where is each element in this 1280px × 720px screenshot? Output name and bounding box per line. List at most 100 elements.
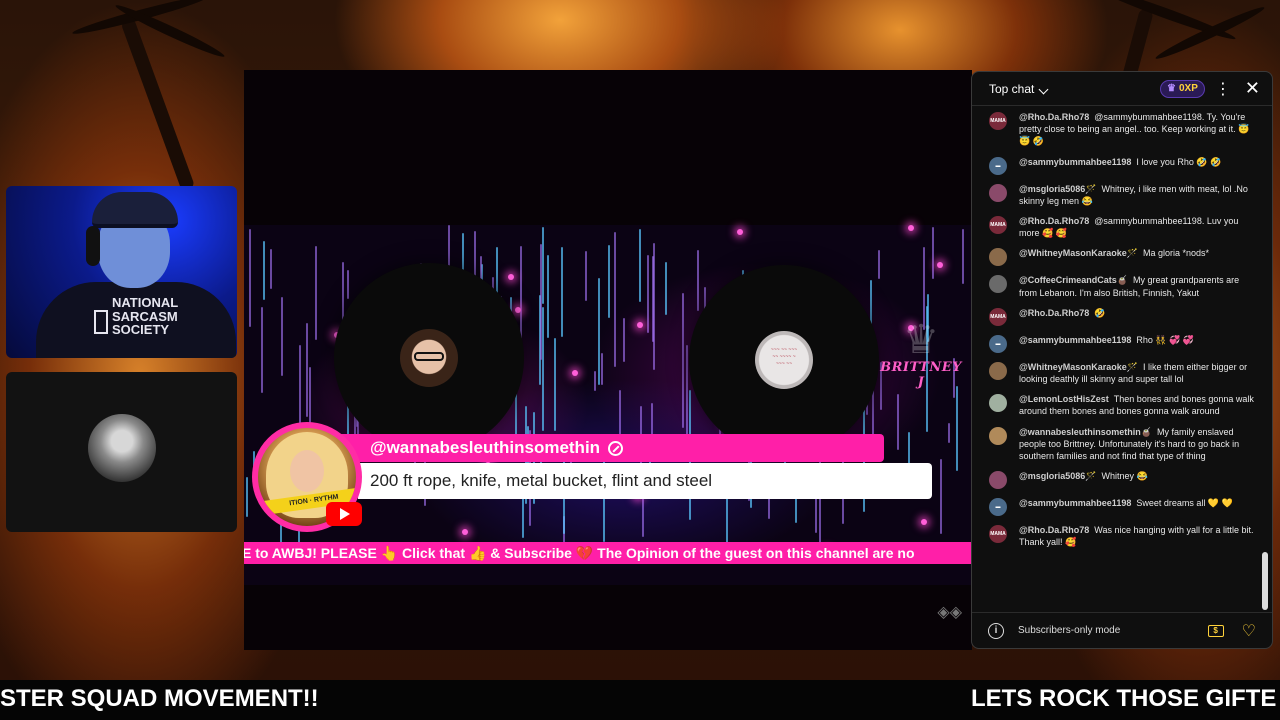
- record-label: ~~~ ~~ ~~~ ~~ ~~~~ ~ ~~~ ~~: [755, 331, 813, 389]
- chat-author[interactable]: @WhitneyMasonKaraoke🪄: [1019, 248, 1138, 258]
- visualizer-streak: [878, 250, 880, 279]
- visualizer-streak: [594, 371, 596, 391]
- chat-avatar[interactable]: MAMA: [989, 112, 1007, 130]
- chat-author[interactable]: @msgloria5086🪄: [1019, 471, 1097, 481]
- chat-author[interactable]: @sammybummahbee1198: [1019, 498, 1131, 508]
- subscribers-only-text: Subscribers-only mode: [1018, 625, 1121, 636]
- visualizer-streak: [263, 241, 265, 300]
- chat-author[interactable]: @Rho.Da.Rho78: [1019, 308, 1089, 318]
- chat-avatar[interactable]: MAMA: [989, 525, 1007, 544]
- chat-avatar[interactable]: ▬: [989, 156, 1007, 175]
- youtube-play-icon: [326, 502, 362, 526]
- chat-author[interactable]: @sammybummahbee1198: [1019, 157, 1131, 167]
- visualizer-streak: [897, 394, 899, 450]
- chat-message-body: @msgloria5086🪄 Whitney, i like men with m…: [1019, 183, 1254, 207]
- avatar-face: [290, 450, 324, 492]
- shirt-text: NATIONAL SARCASM SOCIETY: [112, 295, 178, 338]
- visualizer-spark: [572, 370, 578, 376]
- chat-mode-dropdown[interactable]: Top chat: [989, 82, 1049, 96]
- more-options-icon[interactable]: ⋮: [1215, 79, 1231, 99]
- chat-author[interactable]: @wannabesleuthinsomethin🧉: [1019, 427, 1152, 437]
- info-icon[interactable]: i: [988, 622, 1004, 639]
- chat-header: Top chat ♛ 0XP ⋮ ✕: [972, 72, 1272, 106]
- chat-message-body: @sammybummahbee1198 Sweet dreams all 💛 💛: [1019, 497, 1233, 516]
- comment-text-bar: 200 ft rope, knife, metal bucket, flint …: [358, 463, 932, 499]
- chat-avatar[interactable]: [989, 248, 1007, 267]
- chat-message[interactable]: MAMA @Rho.Da.Rho78 @sammybummahbee1198. Lu…: [972, 211, 1262, 243]
- chat-message[interactable]: ▬ @sammybummahbee1198 Sweet dreams all 💛 💛: [972, 493, 1262, 520]
- chat-avatar[interactable]: [989, 275, 1007, 294]
- chat-author[interactable]: @Rho.Da.Rho78: [1019, 216, 1089, 226]
- chat-message[interactable]: @wannabesleuthinsomethin🧉 My family ensla…: [972, 422, 1262, 467]
- chat-message[interactable]: @msgloria5086🪄 Whitney 😂: [972, 466, 1262, 493]
- visualizer-streak: [315, 246, 317, 340]
- visualizer-streak: [561, 247, 563, 337]
- visualizer-streak: [281, 297, 283, 376]
- chat-author[interactable]: @sammybummahbee1198: [1019, 335, 1131, 345]
- logo-text: BRITTNEY J: [880, 360, 962, 390]
- chat-message-body: @LemonLostHisZest Then bones and bones go…: [1019, 393, 1254, 417]
- visualizer-streak: [639, 229, 641, 302]
- chat-avatar[interactable]: ▬: [989, 334, 1007, 353]
- chat-message[interactable]: @WhitneyMasonKaraoke🪄 I like them either …: [972, 357, 1262, 389]
- chat-message[interactable]: @msgloria5086🪄 Whitney, i like men with m…: [972, 179, 1262, 211]
- chevron-down-icon: [1038, 84, 1049, 94]
- verified-icon: [608, 440, 624, 456]
- marquee-text-right: LETS ROCK THOSE GIFTE: [971, 685, 1277, 712]
- chat-message[interactable]: @LemonLostHisZest Then bones and bones go…: [972, 389, 1262, 421]
- marquee-text-left: STER SQUAD MOVEMENT!!: [0, 685, 319, 712]
- chat-message-body: @CoffeeCrimeandCats🧉 My great grandparent…: [1019, 274, 1254, 298]
- visualizer-streak: [585, 251, 587, 301]
- chat-message[interactable]: MAMA @Rho.Da.Rho78 @sammybummahbee1198. Ty…: [972, 107, 1262, 152]
- chat-avatar[interactable]: [989, 426, 1007, 445]
- chat-message[interactable]: MAMA @Rho.Da.Rho78 🤣: [972, 303, 1262, 330]
- main-video[interactable]: ~~~ ~~ ~~~ ~~ ~~~~ ~ ~~~ ~~ ♛ BRITTNEY J @…: [244, 70, 972, 650]
- chat-messages[interactable]: MAMA @Rho.Da.Rho78 @sammybummahbee1198. Ty…: [972, 107, 1262, 613]
- chat-author[interactable]: @LemonLostHisZest: [1019, 394, 1109, 404]
- visualizer-streak: [542, 307, 544, 431]
- palm-tree-trunk: [120, 17, 196, 192]
- chat-avatar[interactable]: MAMA: [989, 216, 1007, 235]
- visualizer-spark: [921, 519, 927, 525]
- chat-message[interactable]: ▬ @sammybummahbee1198 I love you Rho 🤣 🤣: [972, 152, 1262, 179]
- ticker-bar: E to AWBJ! PLEASE 👆 Click that 👍 & Subsc…: [244, 542, 972, 564]
- chat-message-body: @sammybummahbee1198 Rho 👯 💞 💞: [1019, 334, 1194, 353]
- chat-text: I love you Rho 🤣 🤣: [1136, 156, 1222, 167]
- chat-message-body: @Rho.Da.Rho78 🤣: [1019, 307, 1106, 326]
- chat-message[interactable]: @CoffeeCrimeandCats🧉 My great grandparent…: [972, 270, 1262, 302]
- chat-message[interactable]: ▬ @sammybummahbee1198 Rho 👯 💞 💞: [972, 330, 1262, 357]
- xp-badge[interactable]: ♛ 0XP: [1160, 79, 1205, 98]
- visualizer-streak: [682, 293, 684, 428]
- woman-avatar: [400, 329, 458, 387]
- close-icon[interactable]: ✕: [1245, 78, 1260, 99]
- chat-avatar[interactable]: ▬: [989, 498, 1007, 517]
- chat-avatar[interactable]: [989, 183, 1007, 202]
- super-chat-icon[interactable]: $: [1207, 624, 1224, 637]
- chat-author[interactable]: @CoffeeCrimeandCats🧉: [1019, 275, 1128, 285]
- chat-avatar[interactable]: MAMA: [989, 307, 1007, 326]
- chat-author[interactable]: @Rho.Da.Rho78: [1019, 112, 1089, 122]
- visualizer-spark: [637, 322, 643, 328]
- visualizer-spark: [737, 229, 743, 235]
- bottom-marquee: STER SQUAD MOVEMENT!! LETS ROCK THOSE GI…: [0, 680, 1280, 720]
- chat-message[interactable]: MAMA @Rho.Da.Rho78 Was nice hanging with y…: [972, 520, 1262, 552]
- chat-message-body: @Rho.Da.Rho78 @sammybummahbee1198. Ty. Yo…: [1019, 111, 1254, 148]
- visualizer-streak: [270, 249, 272, 289]
- chat-author[interactable]: @msgloria5086🪄: [1019, 184, 1097, 194]
- visualizer-streak: [608, 245, 610, 318]
- chat-author[interactable]: @WhitneyMasonKaraoke🪄: [1019, 362, 1138, 372]
- visualizer-streak: [619, 390, 621, 439]
- chat-avatar[interactable]: [989, 471, 1007, 490]
- chat-message-body: @Rho.Da.Rho78 Was nice hanging with yall …: [1019, 524, 1254, 548]
- xp-value: 0XP: [1179, 83, 1198, 94]
- visualizer-streak: [665, 262, 667, 315]
- chat-avatar[interactable]: [989, 394, 1007, 413]
- chat-author[interactable]: @Rho.Da.Rho78: [1019, 525, 1089, 535]
- chat-avatar[interactable]: [989, 361, 1007, 380]
- visualizer-streak: [598, 278, 600, 385]
- record-label-text: ~~~ ~~ ~~~ ~~ ~~~~ ~ ~~~ ~~: [770, 347, 798, 367]
- chat-scrollbar[interactable]: [1262, 552, 1268, 610]
- chat-message[interactable]: @WhitneyMasonKaraoke🪄 Ma gloria *nods*: [972, 243, 1262, 270]
- visualizer-streak: [932, 227, 934, 279]
- heart-icon[interactable]: ♡: [1242, 621, 1256, 641]
